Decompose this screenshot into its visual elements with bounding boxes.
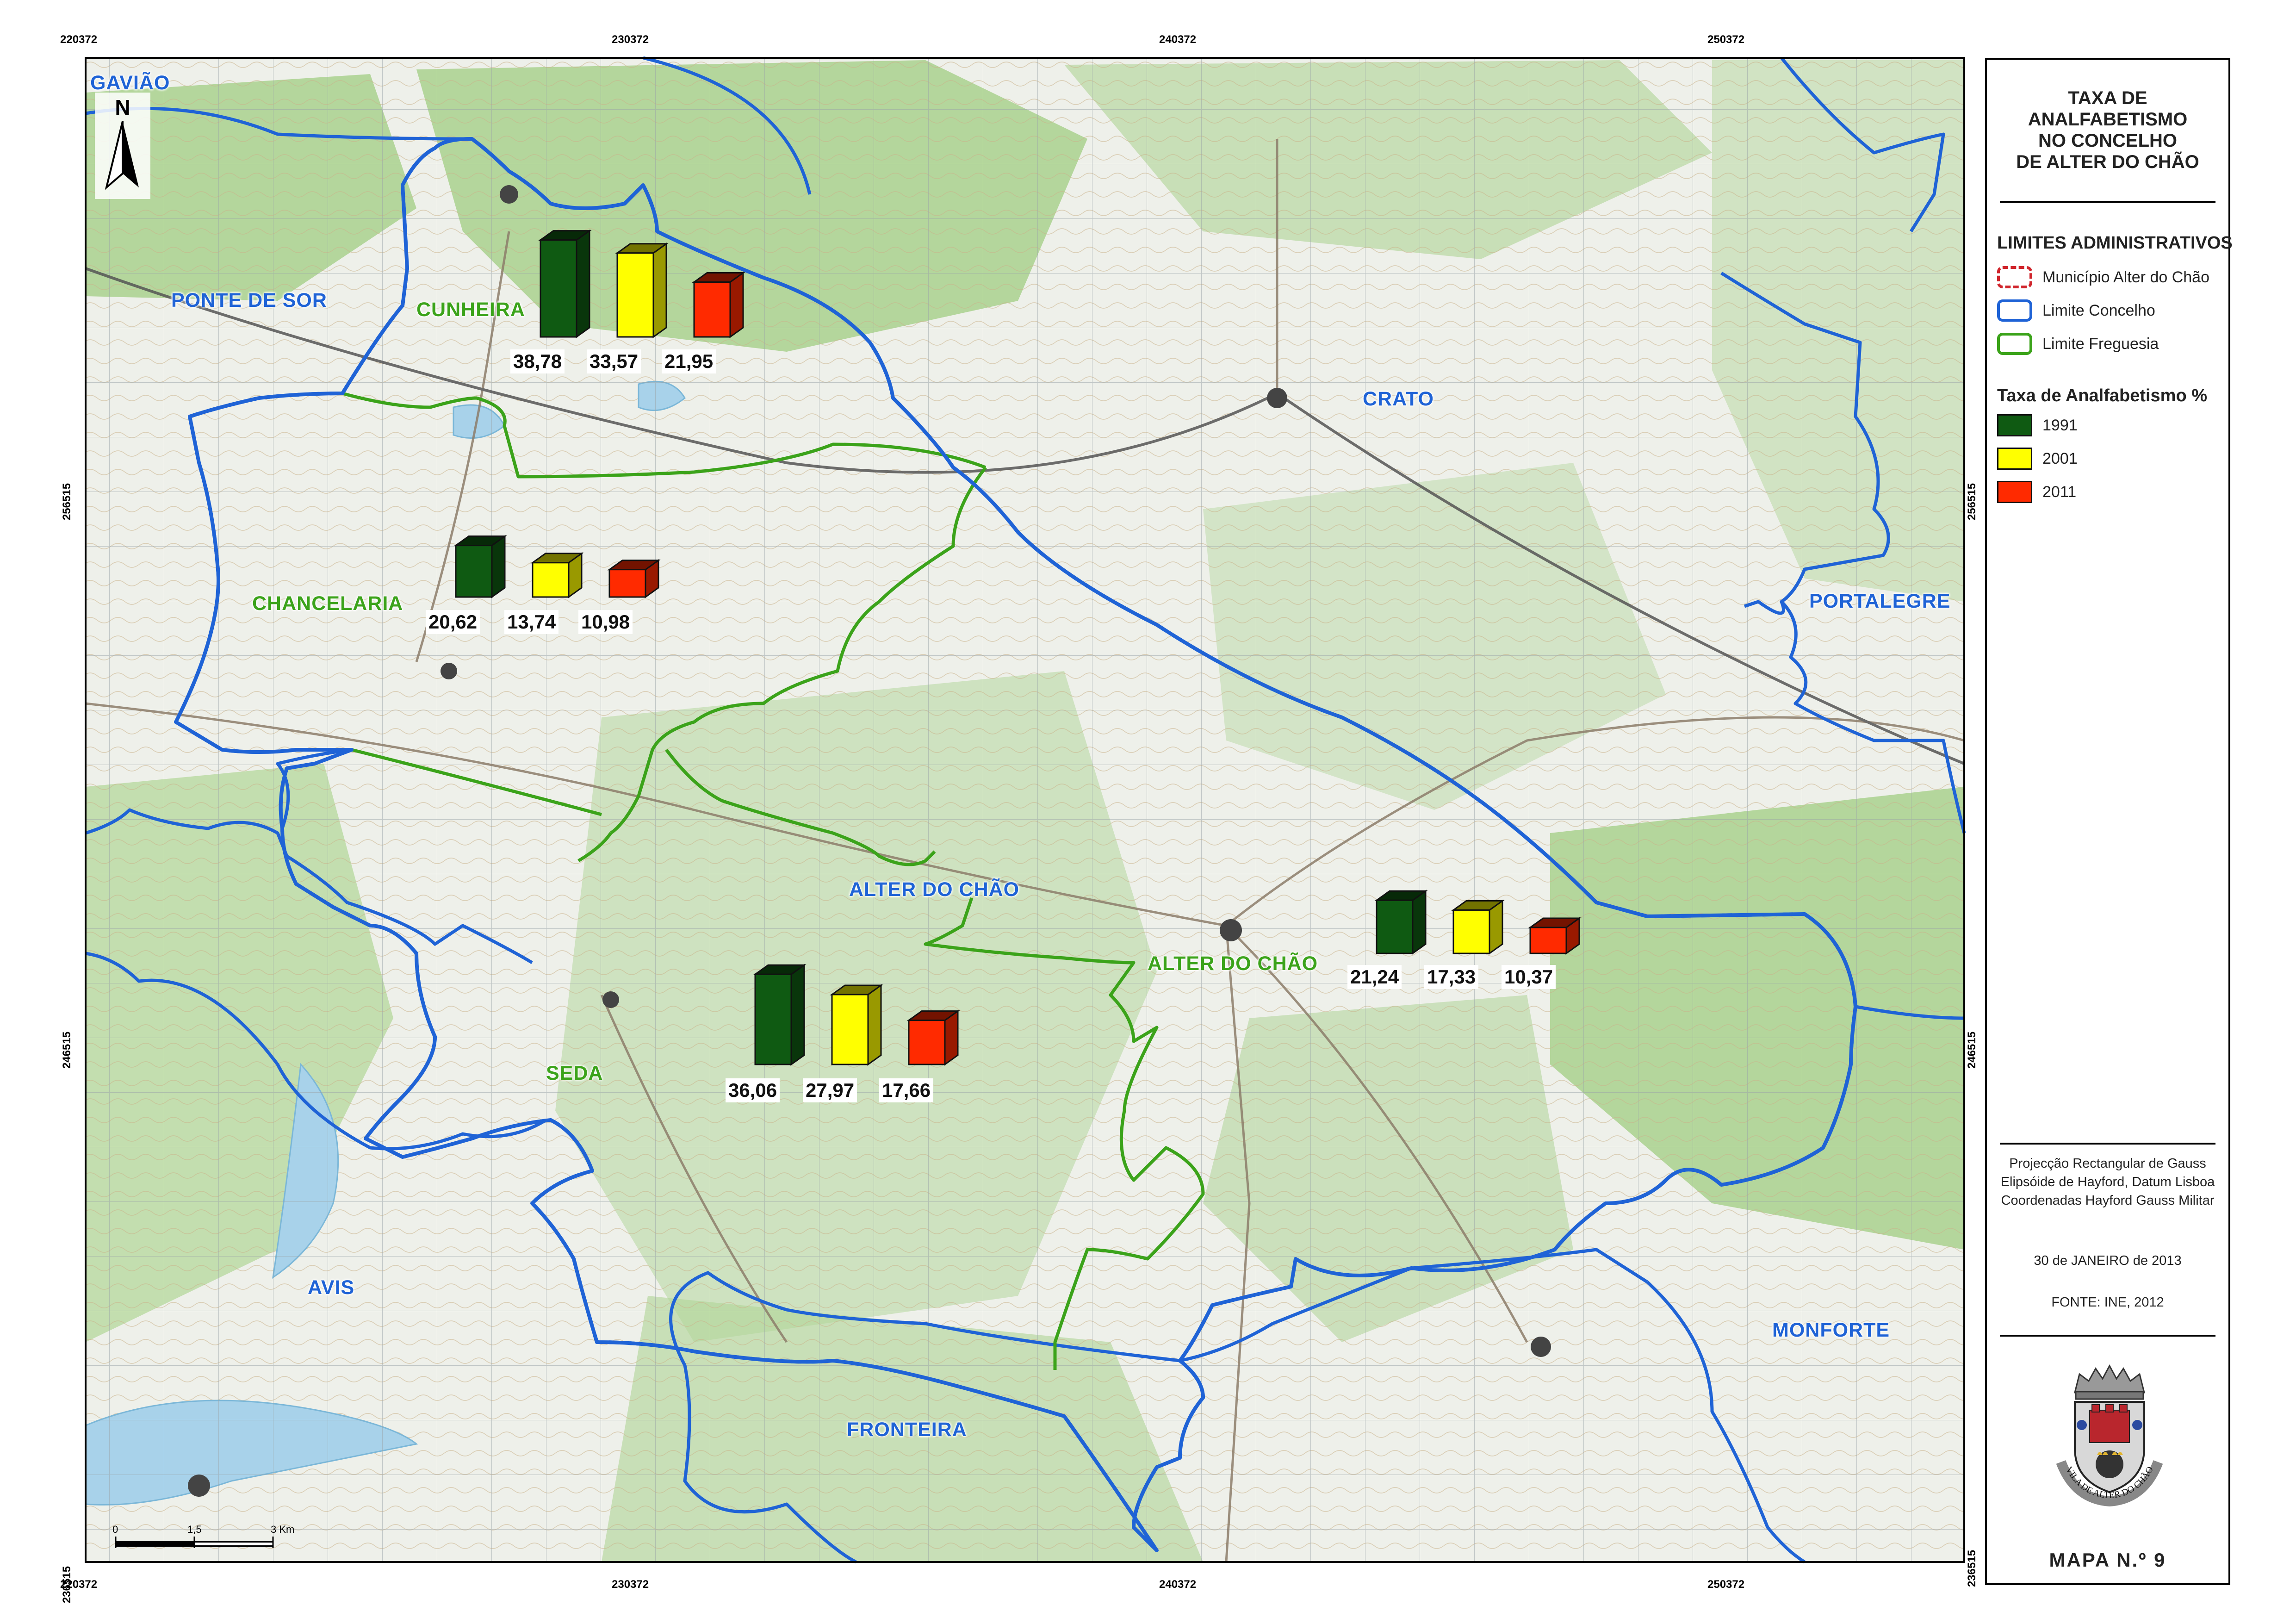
freguesia-swatch	[1997, 333, 2032, 355]
value-cunheira-1991: 38,78	[510, 349, 565, 373]
map-frame[interactable]	[0, 0, 2296, 1624]
scale-unit: Km	[279, 1524, 295, 1535]
bar-chancelaria-1991	[453, 535, 507, 598]
label-fronteira: FRONTEIRA	[847, 1419, 967, 1441]
scale-label-0: 0	[112, 1524, 118, 1535]
label-crato: CRATO	[1363, 388, 1434, 410]
projection-line-3: Coordenadas Hayford Gauss Militar	[2001, 1193, 2215, 1208]
label-monforte: MONFORTE	[1772, 1319, 1890, 1341]
bar-seda-1991	[753, 964, 807, 1066]
scale-label-3: 3 Km	[271, 1524, 294, 1536]
coord-top-4: 250372	[1707, 33, 1745, 46]
legend-2011: 2011	[1997, 479, 2076, 504]
label-alter-do-chao-freguesia: ALTER DO CHÃO	[1148, 952, 1318, 975]
projection-info: Projecção Rectangular de Gauss Elipsóide…	[1987, 1154, 2228, 1210]
bar-seda-2001	[830, 984, 883, 1066]
bar-cunheira-2001	[615, 242, 669, 338]
coord-right-1: 256515	[1966, 483, 1979, 521]
projection-line-2: Elipsóide de Hayford, Datum Lisboa	[2000, 1175, 2215, 1189]
coord-left-1: 256515	[61, 483, 74, 521]
legend-municipio: Município Alter do Chão	[1997, 265, 2209, 290]
coord-bottom-2: 230372	[612, 1578, 649, 1591]
coord-top-2: 230372	[612, 33, 649, 46]
value-cunheira-2001: 33,57	[587, 349, 641, 373]
bar-seda-2011	[906, 1009, 960, 1066]
legend-concelho-label: Limite Concelho	[2042, 301, 2155, 319]
bar-alter-do-ch-o-1991	[1374, 890, 1428, 955]
divider	[2000, 1335, 2215, 1337]
concelho-swatch	[1997, 299, 2032, 322]
label-gaviao: GAVIÃO	[90, 72, 170, 94]
legend-1991: 1991	[1997, 413, 2078, 438]
title-line-1: TAXA DE	[2068, 88, 2147, 108]
title-line-3: NO CONCELHO	[2038, 131, 2177, 151]
label-chancelaria: CHANCELARIA	[252, 592, 403, 615]
legend-freguesia-label: Limite Freguesia	[2042, 335, 2159, 353]
scale-label-3-value: 3	[271, 1524, 277, 1535]
label-cunheira: CUNHEIRA	[416, 299, 525, 321]
scale-label-1: 1,5	[187, 1524, 202, 1535]
value-alter-2001: 17,33	[1424, 965, 1479, 989]
projection-line-1: Projecção Rectangular de Gauss	[2009, 1156, 2206, 1171]
value-chancelaria-2001: 13,74	[504, 610, 559, 634]
rate-heading: Taxa de Analfabetismo %	[1997, 386, 2208, 405]
title-line-2: ANALFABETISMO	[2028, 109, 2188, 130]
divider	[2000, 201, 2215, 203]
north-arrow-icon: N	[95, 93, 150, 199]
legend-2001-label: 2001	[2042, 449, 2078, 467]
value-seda-2011: 17,66	[879, 1078, 934, 1102]
legend-2001: 2001	[1997, 446, 2078, 471]
title-line-4: DE ALTER DO CHÃO	[2016, 152, 2199, 172]
map-date: 30 de JANEIRO de 2013	[2034, 1253, 2182, 1268]
coord-top-3: 240372	[1159, 33, 1197, 46]
bar-chancelaria-2001	[530, 552, 584, 598]
coord-right-3: 236515	[1966, 1549, 1979, 1587]
label-municipio-alter: ALTER DO CHÃO	[849, 878, 1020, 901]
legend-freguesia: Limite Freguesia	[1997, 331, 2159, 356]
bar-alter-do-ch-o-2011	[1528, 917, 1582, 955]
value-alter-1991: 21,24	[1347, 965, 1402, 989]
value-chancelaria-1991: 20,62	[426, 610, 480, 634]
data-source: FONTE: INE, 2012	[2051, 1295, 2164, 1310]
legend-municipio-label: Município Alter do Chão	[2042, 268, 2209, 286]
coord-bottom-3: 240372	[1159, 1578, 1197, 1591]
value-chancelaria-2011: 10,98	[578, 610, 633, 634]
label-portalegre: PORTALEGRE	[1809, 590, 1951, 612]
label-ponte-de-sor: PONTE DE SOR	[171, 289, 327, 311]
coord-bottom-4: 250372	[1707, 1578, 1745, 1591]
admin-limits-heading: LIMITES ADMINISTRATIVOS	[1997, 233, 2233, 253]
coord-left-3: 236515	[61, 1566, 74, 1604]
legend-panel: TAXA DE ANALFABETISMO NO CONCELHO DE ALT…	[1985, 58, 2233, 1585]
bar-chancelaria-2011	[607, 559, 661, 598]
label-seda: SEDA	[546, 1062, 603, 1084]
label-avis: AVIS	[308, 1276, 355, 1299]
swatch-2011	[1997, 481, 2032, 503]
map-number: MAPA N.º 9	[2049, 1549, 2166, 1571]
map-area[interactable]	[85, 56, 1966, 1564]
bar-cunheira-2011	[692, 271, 745, 338]
coat-of-arms-icon: VILA DE ALTER DO CHÃO	[2056, 1364, 2163, 1507]
panel-title: TAXA DE ANALFABETISMO NO CONCELHO DE ALT…	[1987, 87, 2228, 173]
value-seda-2001: 27,97	[803, 1078, 857, 1102]
bar-alter-do-ch-o-2001	[1451, 899, 1505, 955]
legend-1991-label: 1991	[2042, 416, 2078, 434]
coord-left-2: 246515	[61, 1031, 74, 1069]
coord-right-2: 246515	[1966, 1031, 1979, 1069]
swatch-1991	[1997, 414, 2032, 436]
legend-2011-label: 2011	[2042, 483, 2077, 501]
value-alter-2011: 10,37	[1502, 965, 1556, 989]
bar-cunheira-1991	[538, 229, 592, 338]
municipio-swatch	[1997, 266, 2032, 288]
swatch-2001	[1997, 448, 2032, 470]
coord-top-1: 220372	[60, 33, 98, 46]
divider	[2000, 1143, 2215, 1145]
north-label: N	[115, 95, 130, 119]
legend-concelho: Limite Concelho	[1997, 298, 2155, 323]
value-seda-1991: 36,06	[726, 1078, 780, 1102]
value-cunheira-2011: 21,95	[662, 349, 716, 373]
